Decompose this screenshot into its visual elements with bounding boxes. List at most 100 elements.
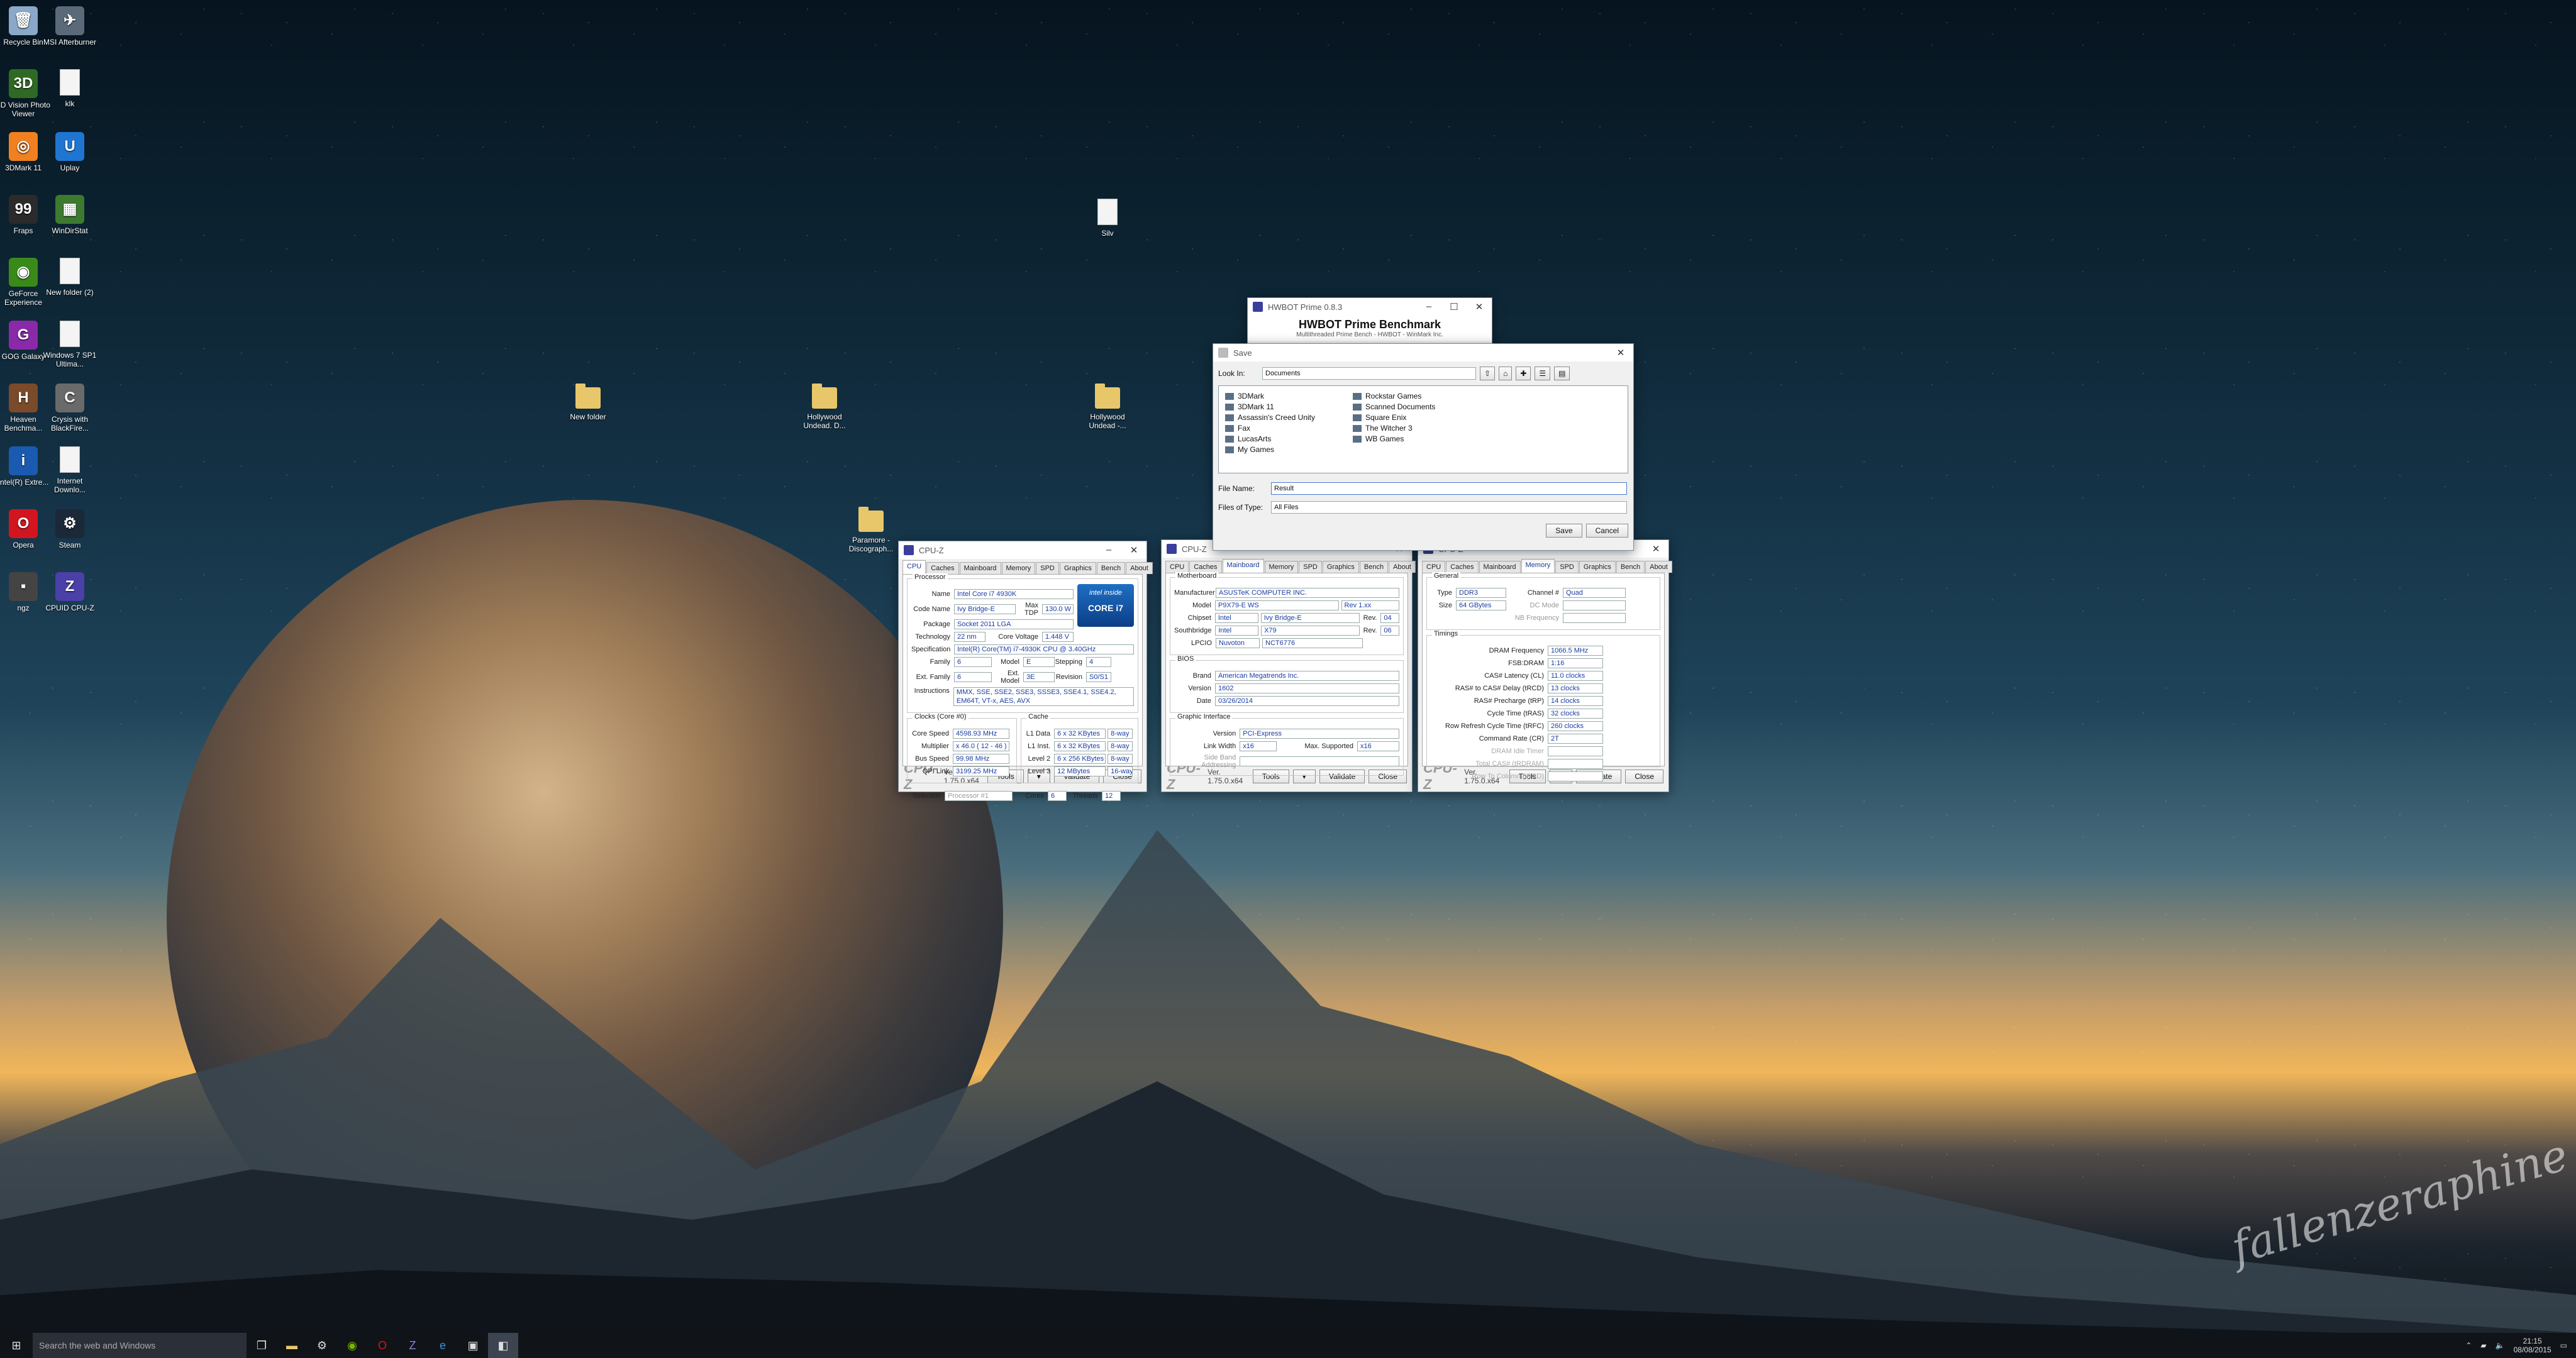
size-value: 64 GBytes <box>1456 600 1506 610</box>
folder-list-item[interactable]: My Games <box>1225 445 1315 454</box>
up-folder-icon[interactable]: ⇧ <box>1480 367 1496 380</box>
tab-spd[interactable]: SPD <box>1555 561 1579 573</box>
cpuz-cpu-window[interactable]: CPU-Z – ✕ CPU Caches Mainboard Memory SPD Graph… <box>898 541 1153 801</box>
geforce-taskbar-icon[interactable]: ◉ <box>337 1333 367 1358</box>
tab-memory[interactable]: Memory <box>1521 559 1555 573</box>
tab-spd[interactable]: SPD <box>1036 562 1059 574</box>
opera-taskbar-icon[interactable]: O <box>367 1333 397 1358</box>
hwbot-taskbar-icon[interactable]: ◧ <box>488 1333 518 1358</box>
folder-list-item[interactable]: Rockstar Games <box>1353 392 1435 400</box>
desktop-icon[interactable]: New folder (2) <box>42 258 98 297</box>
cpuz-mainboard-window[interactable]: CPU-Z–✕ CPUCachesMainboardMemorySPDGraph… <box>1161 539 1416 792</box>
tab-cpu[interactable]: CPU <box>1165 561 1189 573</box>
tab-bench[interactable]: Bench <box>1096 562 1126 574</box>
clock-date[interactable]: 08/08/2015 <box>2514 1345 2551 1354</box>
folder-list-item[interactable]: Fax <box>1225 424 1315 433</box>
minimize-icon[interactable]: – <box>1416 301 1441 312</box>
windows-start-icon[interactable]: ⊞ <box>0 1333 33 1358</box>
file-explorer-icon[interactable]: ▬ <box>277 1333 307 1358</box>
folder-list-item[interactable]: WB Games <box>1353 434 1435 443</box>
cpuz-titlebar[interactable]: CPU-Z –✕ <box>899 541 1146 559</box>
edge-taskbar-icon[interactable]: e <box>428 1333 458 1358</box>
folder-name: Fax <box>1238 424 1251 433</box>
search-box[interactable]: Search the web and Windows <box>33 1333 247 1358</box>
tray-chevron-icon[interactable]: ⌃ <box>2465 1341 2472 1350</box>
desktop-icon[interactable]: U Uplay <box>42 132 98 172</box>
desktop-icon[interactable]: ✈ MSI Afterburner <box>42 6 98 47</box>
details-view-icon[interactable]: ▤ <box>1554 367 1570 380</box>
steam-taskbar-icon[interactable]: ⚙ <box>307 1333 337 1358</box>
folder-list-item[interactable]: 3DMark <box>1225 392 1315 400</box>
tab-graphics[interactable]: Graphics <box>1579 561 1616 573</box>
search-input[interactable]: Search the web and Windows <box>39 1340 155 1350</box>
hwbot-titlebar[interactable]: HWBOT Prime 0.8.3 – ☐ ✕ <box>1248 298 1492 316</box>
folder-list-item[interactable]: LucasArts <box>1225 434 1315 443</box>
tab-memory[interactable]: Memory <box>1001 562 1036 574</box>
tab-spd[interactable]: SPD <box>1299 561 1322 573</box>
desktop-icon[interactable]: klk <box>42 69 98 108</box>
tab-graphics[interactable]: Graphics <box>1322 561 1359 573</box>
desktop-icon[interactable]: Windows 7 SP1 Ultima... <box>42 321 98 368</box>
folder-list-item[interactable]: The Witcher 3 <box>1353 424 1435 433</box>
minimize-icon[interactable]: – <box>1096 544 1121 556</box>
tab-mainboard[interactable]: Mainboard <box>959 562 1001 574</box>
tab-cpu[interactable]: CPU <box>902 560 926 574</box>
cancel-button[interactable]: Cancel <box>1585 524 1628 538</box>
southbridge-label: Southbridge <box>1174 627 1212 634</box>
look-in-dropdown[interactable]: Documents <box>1262 367 1476 380</box>
cpuz-memory-window[interactable]: CPU-Z–✕ CPUCachesMainboardMemorySPDGraph… <box>1418 539 1672 792</box>
tab-memory[interactable]: Memory <box>1264 561 1299 573</box>
tab-bench[interactable]: Bench <box>1359 561 1389 573</box>
tab-caches[interactable]: Caches <box>1446 561 1479 573</box>
desktop-icon[interactable]: ⚙ Steam <box>42 509 98 549</box>
tab-about[interactable]: About <box>1645 561 1672 573</box>
list-view-icon[interactable]: ☰ <box>1535 367 1551 380</box>
folder-list-item[interactable]: Square Enix <box>1353 413 1435 422</box>
task-view-icon[interactable]: ❐ <box>247 1333 277 1358</box>
folder-list-item[interactable]: 3DMark 11 <box>1225 402 1315 411</box>
media-taskbar-icon[interactable]: ▣ <box>458 1333 488 1358</box>
general-group-title: General <box>1432 572 1461 580</box>
desktop-icon[interactable]: Internet Downlo... <box>42 446 98 494</box>
maximize-icon[interactable]: ☐ <box>1441 301 1467 312</box>
desktop-icon[interactable]: Z CPUID CPU-Z <box>42 572 98 612</box>
new-folder-icon[interactable]: ✚ <box>1516 367 1531 380</box>
tab-caches[interactable]: Caches <box>1189 561 1222 573</box>
save-button[interactable]: Save <box>1546 524 1582 538</box>
desktop-folder[interactable]: New folder <box>560 384 616 421</box>
folder-list-item[interactable]: Scanned Documents <box>1353 402 1435 411</box>
close-icon[interactable]: ✕ <box>1121 544 1146 556</box>
desktop-folder[interactable]: Silv <box>1079 199 1136 238</box>
tab-about[interactable]: About <box>1126 562 1153 574</box>
desktop-icon[interactable]: C Crysis with BlackFire... <box>42 384 98 433</box>
close-icon[interactable]: ✕ <box>1643 543 1668 555</box>
tab-mainboard[interactable]: Mainboard <box>1222 559 1264 573</box>
notifications-icon[interactable]: ▭ <box>2560 1341 2567 1350</box>
folder-list-item[interactable]: Assassin's Creed Unity <box>1225 413 1315 422</box>
side-band-value <box>1240 756 1399 766</box>
file-name-input[interactable]: Result <box>1271 482 1627 495</box>
volume-icon[interactable]: 🔈 <box>2496 1341 2505 1350</box>
save-titlebar[interactable]: Save ✕ <box>1213 344 1633 362</box>
selection-dropdown[interactable]: Processor #1 <box>945 791 1013 801</box>
cpuz-taskbar-icon[interactable]: Z <box>397 1333 428 1358</box>
tab-cpu[interactable]: CPU <box>1422 561 1446 573</box>
close-icon[interactable]: ✕ <box>1467 301 1492 312</box>
network-icon[interactable]: ▰ <box>2480 1341 2486 1350</box>
clock-time[interactable]: 21:15 <box>2514 1337 2551 1345</box>
desktop-folder[interactable]: Hollywood Undead. D... <box>796 384 853 430</box>
tab-caches[interactable]: Caches <box>926 562 959 574</box>
tab-mainboard[interactable]: Mainboard <box>1479 561 1521 573</box>
desktop-folder[interactable]: Hollywood Undead -... <box>1079 384 1136 430</box>
tab-about[interactable]: About <box>1389 561 1416 573</box>
tab-bench[interactable]: Bench <box>1616 561 1645 573</box>
home-icon[interactable]: ⌂ <box>1499 367 1513 380</box>
bios-brand-label: Brand <box>1192 672 1211 680</box>
save-dialog[interactable]: Save ✕ Look In: Documents ⇧ ⌂ ✚ ☰ ▤ 3DMar… <box>1213 343 1634 551</box>
close-icon[interactable]: ✕ <box>1608 347 1633 358</box>
desktop-folder[interactable]: Paramore - Discograph... <box>843 507 899 553</box>
tab-graphics[interactable]: Graphics <box>1059 562 1096 574</box>
files-of-type-dropdown[interactable]: All Files <box>1271 501 1627 514</box>
desktop-icon[interactable]: ▦ WinDirStat <box>42 195 98 235</box>
file-list[interactable]: 3DMark 3DMark 11 Assassin's Creed Unity Fax… <box>1218 385 1628 473</box>
